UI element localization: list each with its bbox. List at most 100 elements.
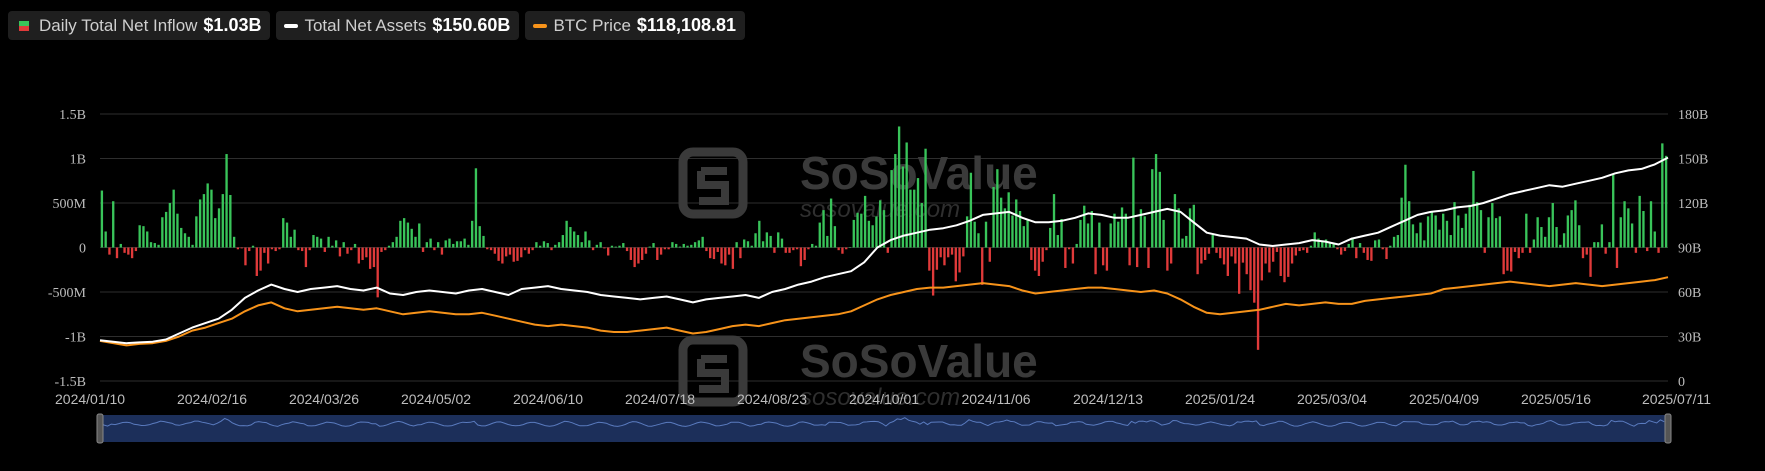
inflow-bar [380,247,383,252]
inflow-bar [1362,247,1366,253]
inflow-bar [1011,215,1014,248]
inflow-bar [909,189,912,248]
inflow-bar [1562,233,1566,248]
x-tick-label: 2024/08/23 [737,391,807,407]
inflow-bar [206,183,209,248]
inflow-bar [618,245,621,248]
right-tick-label: 150B [1678,153,1708,168]
inflow-bar [622,243,625,248]
inflow-bar [1169,247,1173,264]
watermark-group: SoSoValuesosovalue.comSoSoValuesosovalue… [678,147,1038,411]
inflow-bar [1086,223,1090,248]
navigator-track [100,415,1668,442]
inflow-bar [1275,247,1279,252]
inflow-bar [981,247,984,285]
inflow-bar [1570,210,1573,248]
inflow-bar [512,247,515,262]
inflow-bar [1358,243,1362,248]
inflow-bar [104,231,107,248]
range-navigator[interactable] [96,413,1672,444]
inflow-bar [221,194,224,248]
inflow-bar [897,126,901,248]
inflow-bar [1188,208,1192,248]
inflow-bar [108,247,111,255]
inflow-bar [727,247,731,255]
x-tick-label: 2025/07/11 [1642,391,1711,407]
inflow-bar [429,238,432,248]
inflow-bar [792,247,795,251]
inflow-bar [1608,242,1611,248]
inflow-bar [818,222,821,248]
inflow-bar [149,242,153,248]
inflow-bar [1030,247,1033,260]
inflow-bar [841,247,844,254]
inflow-bar [610,245,614,248]
inflow-bar [478,226,481,248]
inflow-bar [448,238,451,248]
navigator-handle[interactable] [1664,413,1672,444]
inflow-bar [1132,157,1135,248]
inflow-bar [236,247,240,250]
inflow-bar [1630,223,1634,248]
inflow-bar [1479,210,1483,248]
inflow-bar [1653,231,1656,248]
inflow-bar [894,154,897,248]
inflow-bar [999,197,1003,248]
inflow-bar [765,232,769,248]
inflow-bar [1260,247,1263,281]
inflow-bar [1241,247,1245,263]
inflow-bar [293,229,296,248]
inflow-bar [463,238,466,248]
inflow-bar [323,247,326,252]
inflow-bar [1222,247,1226,265]
inflow-bar [1049,227,1052,248]
inflow-bar [493,247,496,254]
inflow-bar [244,247,247,266]
inflow-bar [489,247,493,251]
inflow-bar [973,221,976,248]
inflow-bar [1551,203,1554,248]
inflow-bar [523,247,527,251]
inflow-bar [667,247,670,250]
inflow-bar [217,208,221,248]
inflow-bar [210,189,213,248]
inflow-bar [1619,217,1622,248]
inflow-bar [678,246,682,248]
inflow-bar [988,247,991,262]
inflow-bar [1268,247,1271,273]
inflow-bar [1306,247,1309,253]
inflow-bar [127,247,130,255]
x-tick-label: 2024/11/06 [961,391,1030,407]
inflow-bar [1245,247,1248,275]
inflow-bar [1657,247,1660,253]
inflow-bar [300,247,304,252]
inflow-bar [1037,247,1041,276]
inflow-bar [1098,222,1101,248]
inflow-bar [916,178,920,248]
left-axis: 1.5B 1B 500M 0 -500M -1B -1.5B [48,108,87,390]
inflow-bar [414,236,417,248]
inflow-bar [1355,247,1358,259]
inflow-bar [1581,247,1585,259]
inflow-bar [1377,239,1381,248]
inflow-bar [633,247,636,268]
inflow-bar [1408,201,1411,248]
right-tick-label: 0 [1678,375,1685,390]
inflow-bar [459,241,462,248]
inflow-bar [297,247,300,251]
inflow-bar [1638,195,1641,248]
inflow-bar [984,221,988,248]
right-tick-label: 120B [1678,197,1708,212]
inflow-bar [1237,247,1241,294]
left-tick-label: -1.5B [55,375,87,390]
inflow-bar [1147,247,1150,268]
inflow-bar [440,247,444,255]
inflow-bar [240,247,243,249]
inflow-bar [882,210,886,248]
inflow-bar [520,247,523,258]
navigator-handle[interactable] [96,413,104,444]
inflow-bar [546,243,549,248]
inflow-bar [138,225,141,248]
inflow-bar [565,220,568,248]
inflow-bar [705,247,708,252]
